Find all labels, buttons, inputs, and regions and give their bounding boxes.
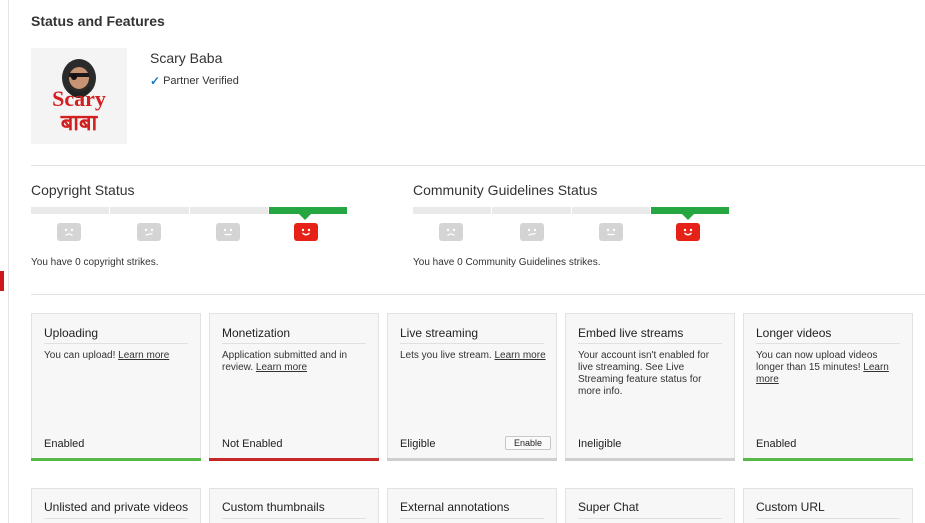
strike-segment-current xyxy=(268,207,347,214)
feature-card-custom-thumbnails: Custom thumbnails xyxy=(209,488,379,523)
feature-title: Uploading xyxy=(44,326,99,340)
copyright-strike-bar xyxy=(31,207,347,214)
strike-segment xyxy=(110,207,189,214)
feature-status: Eligible xyxy=(400,438,436,450)
feature-card-external-annotations: External annotations xyxy=(387,488,557,523)
status-bar-enabled xyxy=(31,458,201,461)
strike-segment xyxy=(413,207,492,214)
channel-name[interactable]: Scary Baba xyxy=(150,50,222,66)
feature-title: Monetization xyxy=(222,326,291,340)
svg-text:Scary: Scary xyxy=(52,86,106,111)
enable-button[interactable]: Enable xyxy=(504,436,551,450)
neutral-face-icon xyxy=(216,223,240,241)
feature-card-longer-videos: Longer videos You can now upload videos … xyxy=(743,313,913,461)
card-divider xyxy=(222,343,366,344)
worried-face-icon xyxy=(137,223,161,241)
community-strike-message: You have 0 Community Guidelines strikes. xyxy=(413,257,601,268)
feature-description: You can upload! Learn more xyxy=(44,350,190,362)
channel-logo: Scary बाबा xyxy=(31,48,127,144)
feature-title: Unlisted and private videos xyxy=(44,500,189,514)
feature-title: Longer videos xyxy=(756,326,832,340)
strike-segment xyxy=(189,207,268,214)
status-bar-not-enabled xyxy=(209,458,379,461)
card-divider xyxy=(44,343,188,344)
happy-face-icon xyxy=(676,223,700,241)
sad-face-icon xyxy=(439,223,463,241)
feature-description: Lets you live stream. Learn more xyxy=(400,350,546,362)
page-title: Status and Features xyxy=(31,13,165,29)
feature-card-unlisted-private: Unlisted and private videos xyxy=(31,488,201,523)
card-divider xyxy=(400,343,544,344)
status-bar-enabled xyxy=(743,458,913,461)
feature-description: You can now upload videos longer than 15… xyxy=(756,350,902,386)
card-divider xyxy=(400,518,544,519)
card-divider xyxy=(578,518,722,519)
community-status-title: Community Guidelines Status xyxy=(413,182,598,198)
strike-segment xyxy=(31,207,110,214)
sad-face-icon xyxy=(57,223,81,241)
card-divider xyxy=(756,518,900,519)
feature-description-text: You can upload! xyxy=(44,350,116,361)
card-divider xyxy=(756,343,900,344)
neutral-face-icon xyxy=(599,223,623,241)
card-divider xyxy=(44,518,188,519)
feature-card-custom-url: Custom URL xyxy=(743,488,913,523)
left-rail-active-marker xyxy=(0,271,4,291)
copyright-status-title: Copyright Status xyxy=(31,182,135,198)
feature-card-live-streaming: Live streaming Lets you live stream. Lea… xyxy=(387,313,557,461)
channel-avatar: Scary बाबा xyxy=(31,48,127,144)
feature-description-text: Lets you live stream. xyxy=(400,350,492,361)
strike-pointer-icon xyxy=(682,214,694,220)
feature-status: Ineligible xyxy=(578,438,622,450)
verified-label: Partner Verified xyxy=(163,75,239,87)
left-rail xyxy=(0,0,9,523)
feature-title: External annotations xyxy=(400,500,510,514)
strike-segment xyxy=(492,207,571,214)
card-divider xyxy=(222,518,366,519)
feature-card-super-chat: Super Chat xyxy=(565,488,735,523)
feature-status: Enabled xyxy=(756,438,797,450)
learn-more-link[interactable]: Learn more xyxy=(256,362,307,373)
copyright-strike-message: You have 0 copyright strikes. xyxy=(31,257,159,268)
feature-title: Live streaming xyxy=(400,326,479,340)
happy-face-icon xyxy=(294,223,318,241)
strike-pointer-icon xyxy=(299,214,311,220)
feature-description: Application submitted and in review. Lea… xyxy=(222,350,368,374)
strike-segment xyxy=(571,207,650,214)
feature-description: Your account isn't enabled for live stre… xyxy=(578,350,710,397)
community-strike-bar xyxy=(413,207,729,214)
section-divider xyxy=(31,294,925,295)
partner-verified-badge: ✓ Partner Verified xyxy=(150,74,239,88)
feature-status: Enabled xyxy=(44,438,85,450)
feature-status: Not Enabled xyxy=(222,438,283,450)
feature-card-uploading: Uploading You can upload! Learn more Ena… xyxy=(31,313,201,461)
card-divider xyxy=(578,343,722,344)
learn-more-link[interactable]: Learn more xyxy=(495,350,546,361)
status-bar-eligible xyxy=(387,458,557,461)
strike-segment-current xyxy=(650,207,729,214)
worried-face-icon xyxy=(520,223,544,241)
checkmark-icon: ✓ xyxy=(150,74,161,88)
feature-title: Custom URL xyxy=(756,500,825,514)
feature-card-monetization: Monetization Application submitted and i… xyxy=(209,313,379,461)
feature-title: Super Chat xyxy=(578,500,639,514)
feature-title: Embed live streams xyxy=(578,326,684,340)
section-divider xyxy=(31,165,925,166)
learn-more-link[interactable]: Learn more xyxy=(118,350,169,361)
feature-card-embed-live-streams: Embed live streams Your account isn't en… xyxy=(565,313,735,461)
svg-text:बाबा: बाबा xyxy=(60,111,99,136)
feature-title: Custom thumbnails xyxy=(222,500,325,514)
status-bar-ineligible xyxy=(565,458,735,461)
feature-description-text: You can now upload videos longer than 15… xyxy=(756,350,878,373)
